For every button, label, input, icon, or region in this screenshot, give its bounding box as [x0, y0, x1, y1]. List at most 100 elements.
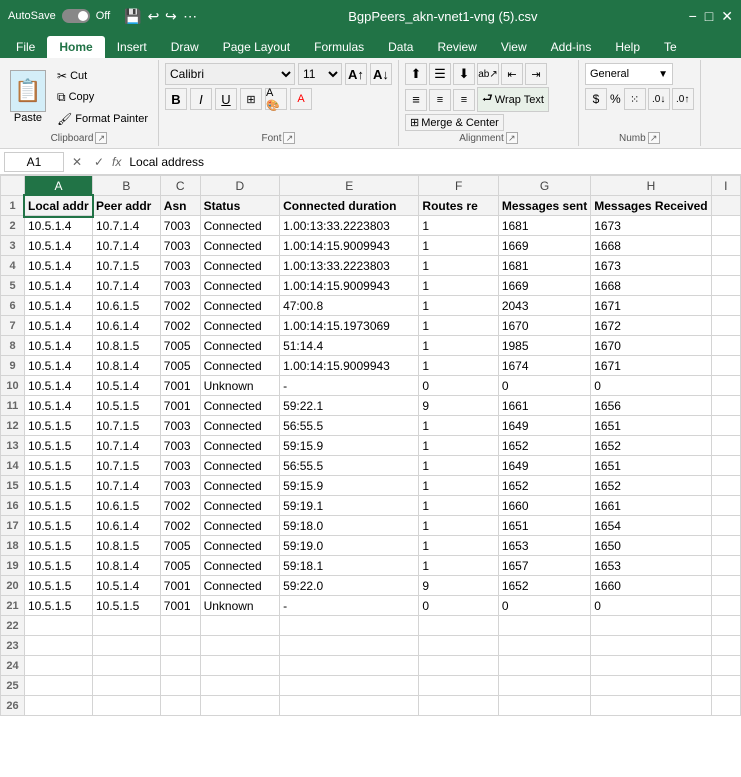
table-cell[interactable]: [200, 656, 280, 676]
table-cell[interactable]: -: [280, 596, 419, 616]
table-cell[interactable]: Connected: [200, 316, 280, 336]
col-header-b[interactable]: B: [92, 176, 160, 196]
table-cell[interactable]: 7003: [160, 236, 200, 256]
table-cell[interactable]: 10.5.1.4: [25, 376, 93, 396]
table-cell[interactable]: 7003: [160, 436, 200, 456]
col-header-f[interactable]: F: [419, 176, 498, 196]
font-expand-button[interactable]: ↗: [283, 132, 295, 144]
table-cell[interactable]: 10.5.1.4: [25, 236, 93, 256]
middle-align-button[interactable]: ☰: [429, 63, 451, 85]
table-cell[interactable]: 51:14.4: [280, 336, 419, 356]
table-cell[interactable]: [498, 676, 590, 696]
table-cell[interactable]: 10.5.1.4: [92, 376, 160, 396]
tab-te[interactable]: Te: [652, 36, 689, 58]
top-align-button[interactable]: ⬆: [405, 63, 427, 85]
table-cell[interactable]: Connected duration: [280, 196, 419, 216]
table-cell[interactable]: 1681: [498, 256, 590, 276]
number-expand-button[interactable]: ↗: [648, 132, 660, 144]
table-cell[interactable]: Unknown: [200, 376, 280, 396]
table-cell[interactable]: 10.8.1.4: [92, 356, 160, 376]
undo-icon[interactable]: ↩: [148, 8, 160, 25]
table-cell[interactable]: 9: [419, 576, 498, 596]
table-cell[interactable]: [591, 696, 711, 716]
tab-page-layout[interactable]: Page Layout: [211, 36, 302, 58]
table-cell[interactable]: 1: [419, 336, 498, 356]
table-cell[interactable]: 10.5.1.4: [25, 316, 93, 336]
table-cell[interactable]: 1.00:13:33.2223803: [280, 256, 419, 276]
table-cell[interactable]: 7003: [160, 216, 200, 236]
table-cell[interactable]: 10.7.1.4: [92, 436, 160, 456]
align-center-button[interactable]: ≡: [429, 89, 451, 111]
indent-increase-button[interactable]: ⇥: [525, 63, 547, 85]
table-cell[interactable]: 1671: [591, 296, 711, 316]
table-cell[interactable]: 7002: [160, 496, 200, 516]
paste-button[interactable]: 📋 Paste: [6, 68, 50, 126]
table-cell[interactable]: 1653: [591, 556, 711, 576]
table-cell[interactable]: 1: [419, 356, 498, 376]
table-cell[interactable]: 10.6.1.5: [92, 496, 160, 516]
table-cell[interactable]: [711, 296, 740, 316]
col-header-e[interactable]: E: [280, 176, 419, 196]
table-cell[interactable]: [711, 476, 740, 496]
table-cell[interactable]: 1: [419, 216, 498, 236]
decrease-decimal-button[interactable]: .0↓: [648, 88, 670, 110]
table-cell[interactable]: 59:22.0: [280, 576, 419, 596]
redo-icon[interactable]: ↩: [165, 8, 177, 25]
table-cell[interactable]: 1649: [498, 456, 590, 476]
table-cell[interactable]: Connected: [200, 436, 280, 456]
table-cell[interactable]: 10.8.1.5: [92, 336, 160, 356]
orientation-button[interactable]: ab↗: [477, 63, 499, 85]
table-cell[interactable]: 1: [419, 476, 498, 496]
table-cell[interactable]: 47:00.8: [280, 296, 419, 316]
decrease-font-button[interactable]: A↓: [370, 63, 392, 85]
tab-help[interactable]: Help: [603, 36, 652, 58]
tab-draw[interactable]: Draw: [159, 36, 211, 58]
table-cell[interactable]: [280, 616, 419, 636]
table-cell[interactable]: [25, 616, 93, 636]
table-cell[interactable]: [280, 656, 419, 676]
table-cell[interactable]: 59:19.0: [280, 536, 419, 556]
table-cell[interactable]: 7002: [160, 296, 200, 316]
table-cell[interactable]: [280, 676, 419, 696]
table-cell[interactable]: [498, 616, 590, 636]
close-icon[interactable]: ✕: [721, 8, 733, 25]
table-cell[interactable]: 1649: [498, 416, 590, 436]
table-cell[interactable]: 1668: [591, 236, 711, 256]
table-cell[interactable]: 0: [419, 376, 498, 396]
table-cell[interactable]: [711, 496, 740, 516]
table-cell[interactable]: [591, 676, 711, 696]
table-cell[interactable]: 10.7.1.5: [92, 456, 160, 476]
table-cell[interactable]: [711, 276, 740, 296]
table-cell[interactable]: 1652: [498, 576, 590, 596]
tab-home[interactable]: Home: [47, 36, 104, 58]
font-size-select[interactable]: 11: [298, 63, 342, 85]
table-cell[interactable]: 1660: [591, 576, 711, 596]
font-color-button[interactable]: A: [290, 88, 312, 110]
table-cell[interactable]: 10.7.1.4: [92, 216, 160, 236]
table-cell[interactable]: [591, 616, 711, 636]
indent-decrease-button[interactable]: ⇤: [501, 63, 523, 85]
table-cell[interactable]: 1660: [498, 496, 590, 516]
tab-review[interactable]: Review: [425, 36, 488, 58]
table-cell[interactable]: 10.5.1.5: [25, 436, 93, 456]
number-format-dropdown[interactable]: ▼: [658, 69, 668, 80]
cut-button[interactable]: ✂ Cut: [53, 67, 152, 85]
window-controls[interactable]: − □ ✕: [689, 8, 733, 25]
table-cell[interactable]: 10.5.1.5: [25, 556, 93, 576]
table-cell[interactable]: 7005: [160, 356, 200, 376]
underline-button[interactable]: U: [215, 88, 237, 110]
table-cell[interactable]: 1: [419, 276, 498, 296]
table-cell[interactable]: 10.5.1.5: [92, 596, 160, 616]
table-cell[interactable]: 1661: [498, 396, 590, 416]
table-cell[interactable]: 1651: [591, 456, 711, 476]
table-cell[interactable]: 7003: [160, 476, 200, 496]
table-cell[interactable]: 1: [419, 516, 498, 536]
table-cell[interactable]: 10.6.1.5: [92, 296, 160, 316]
table-cell[interactable]: 56:55.5: [280, 416, 419, 436]
table-cell[interactable]: 1652: [591, 436, 711, 456]
table-cell[interactable]: [711, 596, 740, 616]
save-icon[interactable]: 💾: [124, 8, 141, 25]
table-cell[interactable]: [711, 216, 740, 236]
table-cell[interactable]: 10.5.1.4: [25, 296, 93, 316]
table-cell[interactable]: [711, 576, 740, 596]
